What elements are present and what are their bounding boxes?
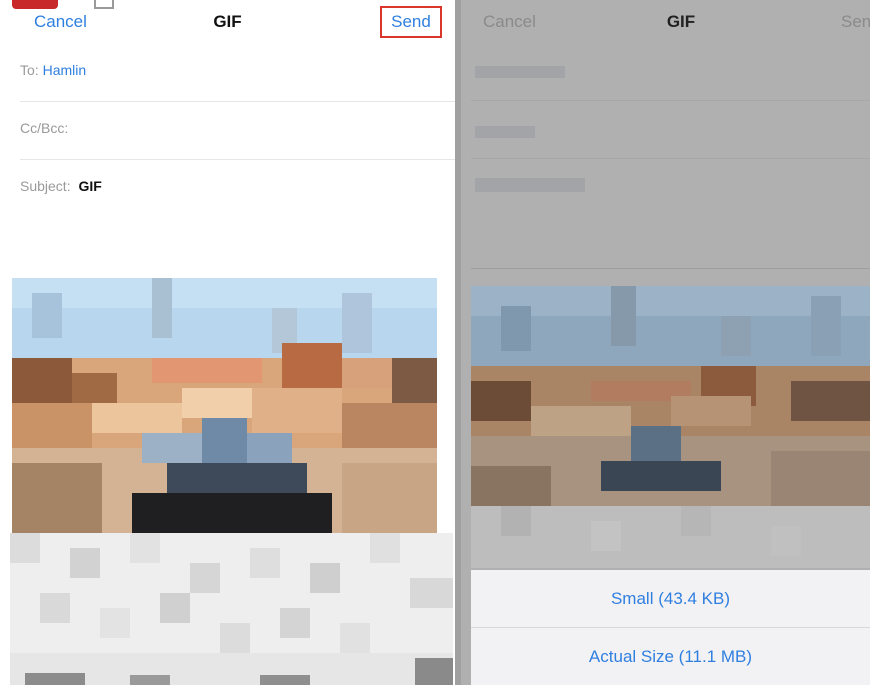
cc-bcc-field[interactable]: Cc/Bcc: xyxy=(20,102,455,160)
dimmed-gif-preview xyxy=(471,286,870,506)
cc-bcc-label: Cc/Bcc: xyxy=(20,120,69,136)
field-separator xyxy=(471,268,870,269)
dimmed-title: GIF xyxy=(666,12,696,31)
compose-panel: Cancel GIF Send To: Hamlin Cc/Bcc: Subje… xyxy=(0,0,455,685)
subject-label: Subject: xyxy=(20,178,71,194)
image-size-action-sheet: Small (43.4 KB) Actual Size (11.1 MB) xyxy=(471,570,870,685)
subject-field-label: Subject: GIF xyxy=(20,178,102,194)
send-button[interactable]: Send xyxy=(380,6,442,38)
dimmed-nav-bar: Cancel GIF Send xyxy=(461,0,870,44)
blurred-subject xyxy=(475,178,585,192)
subject-field[interactable]: Subject: GIF xyxy=(20,160,455,218)
field-separator xyxy=(471,100,870,101)
recipient-token[interactable]: Hamlin xyxy=(43,62,87,78)
to-label: To: xyxy=(20,62,39,78)
field-separator xyxy=(471,158,870,159)
small-size-option[interactable]: Small (43.4 KB) xyxy=(471,570,870,628)
blurred-recipient xyxy=(475,66,565,78)
to-field-label: To: Hamlin xyxy=(20,62,86,78)
message-body-preview xyxy=(10,533,453,685)
actual-size-option[interactable]: Actual Size (11.1 MB) xyxy=(471,628,870,685)
subject-value[interactable]: GIF xyxy=(78,178,101,194)
gif-attachment-preview[interactable] xyxy=(12,278,437,533)
size-picker-panel: Cancel GIF Send xyxy=(461,0,870,685)
to-field[interactable]: To: Hamlin xyxy=(20,44,455,102)
dimmed-send-button: Send xyxy=(841,12,870,31)
dimmed-body-preview xyxy=(471,506,870,568)
blurred-cc xyxy=(475,126,535,138)
compose-nav-bar: Cancel GIF Send xyxy=(0,0,455,44)
